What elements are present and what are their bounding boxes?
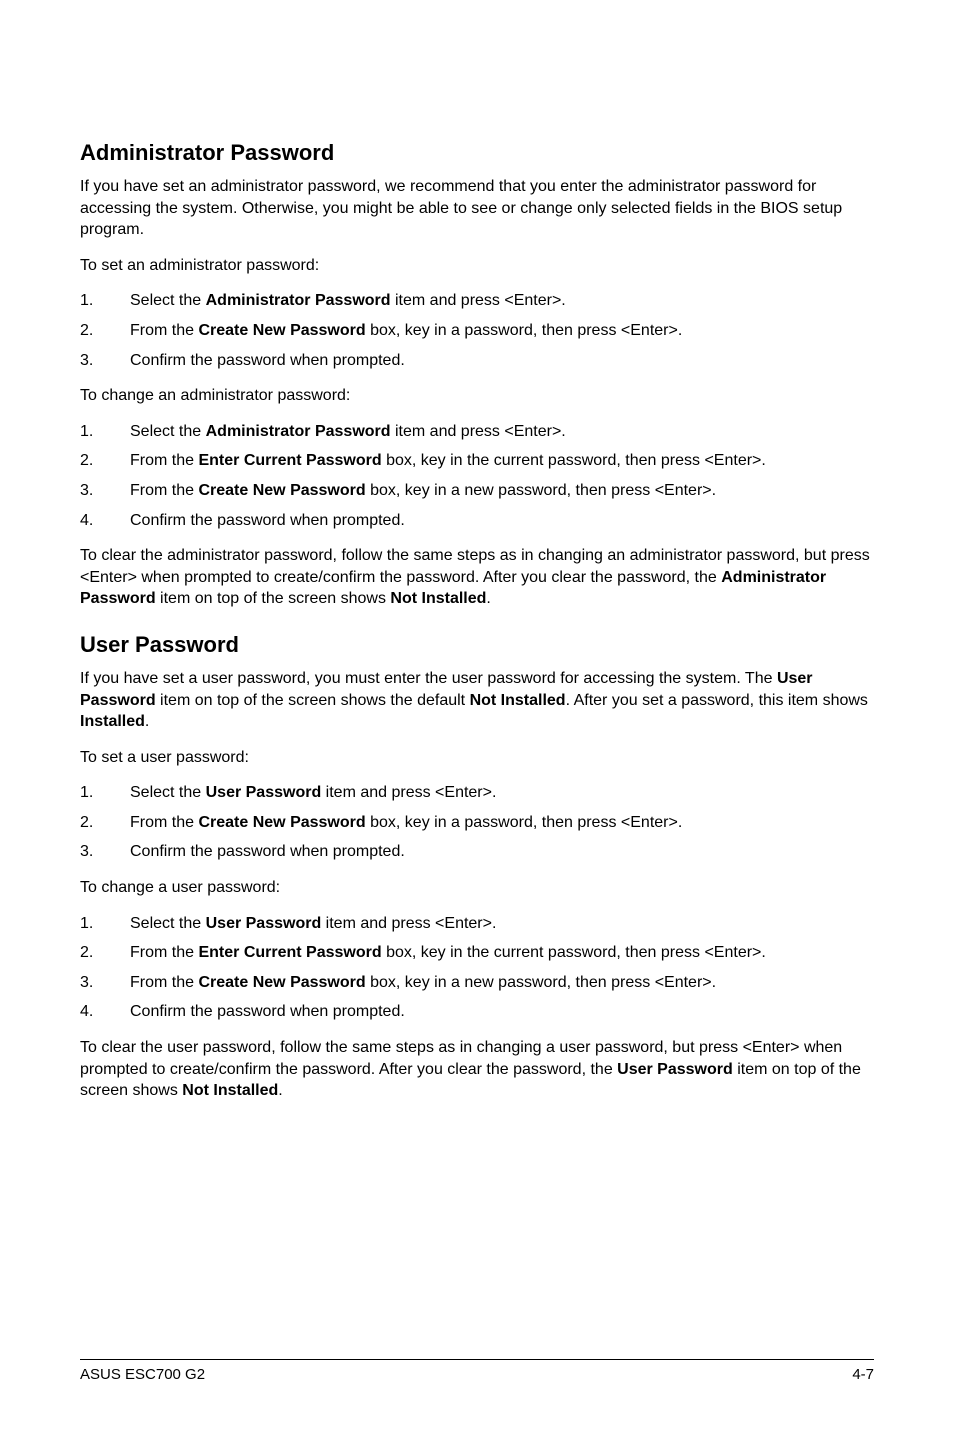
list-text: item and press <Enter>. [321, 915, 496, 932]
user-set-intro: To set a user password: [80, 747, 874, 769]
user-set-list: 1. Select the User Password item and pres… [80, 782, 874, 863]
footer-right: 4-7 [852, 1366, 874, 1383]
bold-text: Not Installed [182, 1082, 278, 1099]
list-num: 2. [80, 450, 93, 472]
list-item: 1. Select the Administrator Password item… [80, 421, 874, 443]
user-change-intro: To change a user password: [80, 877, 874, 899]
list-num: 4. [80, 1001, 93, 1023]
user-clear-para: To clear the user password, follow the s… [80, 1037, 874, 1102]
user-password-heading: User Password [80, 632, 874, 658]
list-num: 1. [80, 913, 93, 935]
list-num: 3. [80, 841, 93, 863]
bold-text: Administrator Password [206, 292, 391, 309]
list-text: From the [130, 814, 198, 831]
list-text: box, key in a new password, then press <… [366, 482, 716, 499]
list-num: 3. [80, 972, 93, 994]
list-text: item and press <Enter>. [391, 423, 566, 440]
list-text: Confirm the password when prompted. [130, 512, 405, 529]
list-text: Select the [130, 292, 206, 309]
bold-text: User Password [617, 1061, 733, 1078]
bold-text: Create New Password [198, 482, 365, 499]
list-item: 2. From the Create New Password box, key … [80, 320, 874, 342]
admin-set-list: 1. Select the Administrator Password item… [80, 290, 874, 371]
admin-clear-para: To clear the administrator password, fol… [80, 545, 874, 610]
para-text: If you have set a user password, you mus… [80, 670, 777, 687]
list-item: 3. From the Create New Password box, key … [80, 480, 874, 502]
user-password-intro: If you have set a user password, you mus… [80, 668, 874, 733]
list-text: item and press <Enter>. [321, 784, 496, 801]
list-text: box, key in the current password, then p… [382, 944, 766, 961]
list-item: 3. Confirm the password when prompted. [80, 350, 874, 372]
list-text: From the [130, 482, 198, 499]
bold-text: User Password [206, 784, 322, 801]
bold-text: Installed [80, 713, 145, 730]
list-item: 4. Confirm the password when prompted. [80, 1001, 874, 1023]
list-num: 1. [80, 782, 93, 804]
admin-change-list: 1. Select the Administrator Password item… [80, 421, 874, 531]
list-text: box, key in a password, then press <Ente… [366, 814, 683, 831]
bold-text: Administrator Password [206, 423, 391, 440]
list-text: Confirm the password when prompted. [130, 1003, 405, 1020]
list-text: From the [130, 322, 198, 339]
list-text: From the [130, 974, 198, 991]
list-num: 4. [80, 510, 93, 532]
list-num: 2. [80, 812, 93, 834]
list-item: 1. Select the User Password item and pres… [80, 913, 874, 935]
list-item: 2. From the Enter Current Password box, k… [80, 942, 874, 964]
list-item: 2. From the Create New Password box, key … [80, 812, 874, 834]
para-text: . [145, 713, 149, 730]
admin-change-intro: To change an administrator password: [80, 385, 874, 407]
bold-text: Create New Password [198, 322, 365, 339]
footer-divider [80, 1359, 874, 1360]
bold-text: Create New Password [198, 814, 365, 831]
list-num: 1. [80, 290, 93, 312]
bold-text: Enter Current Password [198, 944, 381, 961]
list-text: Select the [130, 915, 206, 932]
list-text: box, key in a new password, then press <… [366, 974, 716, 991]
bold-text: User Password [206, 915, 322, 932]
list-item: 1. Select the User Password item and pres… [80, 782, 874, 804]
admin-password-heading: Administrator Password [80, 140, 874, 166]
list-num: 1. [80, 421, 93, 443]
list-item: 2. From the Enter Current Password box, k… [80, 450, 874, 472]
list-text: Select the [130, 784, 206, 801]
para-text: item on top of the screen shows [156, 590, 391, 607]
list-item: 3. Confirm the password when prompted. [80, 841, 874, 863]
bold-text: Enter Current Password [198, 452, 381, 469]
list-text: From the [130, 944, 198, 961]
admin-set-intro: To set an administrator password: [80, 255, 874, 277]
para-text: . [278, 1082, 282, 1099]
list-text: item and press <Enter>. [391, 292, 566, 309]
list-text: Select the [130, 423, 206, 440]
bold-text: Not Installed [390, 590, 486, 607]
bold-text: Create New Password [198, 974, 365, 991]
admin-password-intro: If you have set an administrator passwor… [80, 176, 874, 241]
list-item: 1. Select the Administrator Password item… [80, 290, 874, 312]
para-text: item on top of the screen shows the defa… [156, 692, 470, 709]
bold-text: Not Installed [470, 692, 566, 709]
list-num: 2. [80, 320, 93, 342]
list-text: box, key in the current password, then p… [382, 452, 766, 469]
para-text: . After you set a password, this item sh… [566, 692, 868, 709]
list-num: 3. [80, 480, 93, 502]
page-footer: ASUS ESC700 G2 4-7 [80, 1366, 874, 1383]
list-text: box, key in a password, then press <Ente… [366, 322, 683, 339]
list-text: Confirm the password when prompted. [130, 843, 405, 860]
list-num: 3. [80, 350, 93, 372]
list-text: From the [130, 452, 198, 469]
footer-left: ASUS ESC700 G2 [80, 1366, 205, 1383]
list-item: 4. Confirm the password when prompted. [80, 510, 874, 532]
list-text: Confirm the password when prompted. [130, 352, 405, 369]
user-change-list: 1. Select the User Password item and pres… [80, 913, 874, 1023]
list-item: 3. From the Create New Password box, key … [80, 972, 874, 994]
para-text: . [486, 590, 490, 607]
list-num: 2. [80, 942, 93, 964]
